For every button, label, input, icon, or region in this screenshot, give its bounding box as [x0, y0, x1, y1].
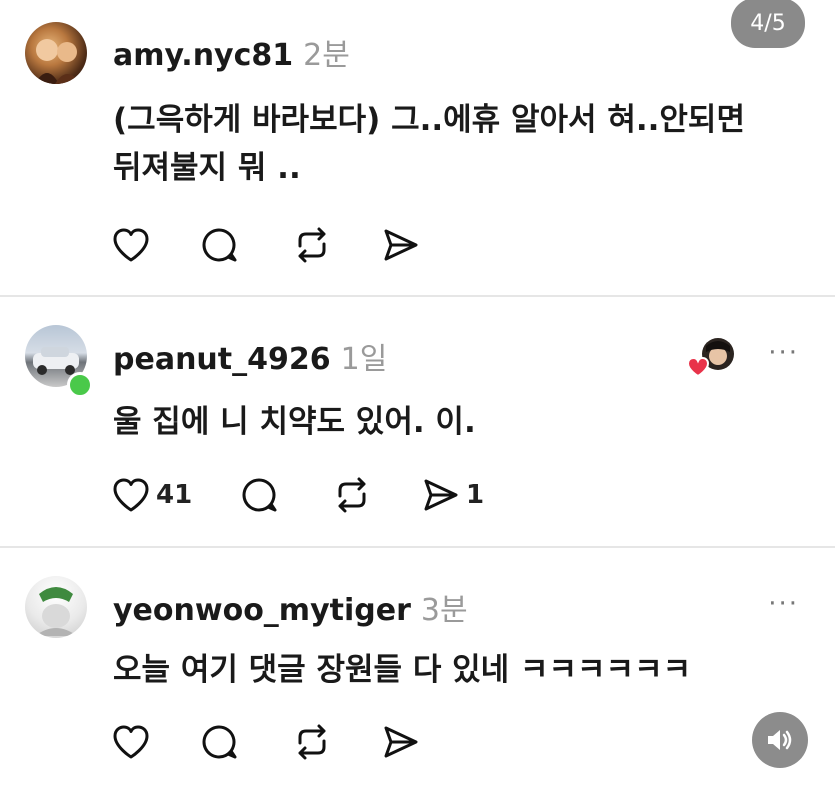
online-status-indicator	[67, 372, 93, 398]
timestamp: 1일	[340, 342, 388, 377]
sound-toggle-button[interactable]	[752, 712, 808, 768]
heart-icon	[113, 228, 149, 262]
comment-text: (그윽하게 바라보다) 그..에휴 알아서 혀..안되면 뒤져불지 뭐 ..	[113, 96, 813, 192]
comment-text-line: 오늘 여기 댓글 장원들 다 있네 ㅋㅋㅋㅋㅋㅋ	[113, 652, 692, 688]
speaker-icon	[768, 730, 792, 750]
divider	[0, 546, 835, 548]
like-count: 41	[156, 480, 193, 510]
comment-button[interactable]	[200, 723, 292, 761]
avatar[interactable]	[25, 22, 87, 84]
send-icon	[424, 479, 458, 511]
comment-text-line: (그윽하게 바라보다) 그..에휴 알아서 혀..안되면	[113, 102, 745, 138]
comment-icon	[202, 228, 237, 262]
divider	[0, 295, 835, 297]
more-options-button[interactable]: ···	[768, 338, 799, 368]
heart-icon	[113, 478, 149, 512]
comment-text: 울 집에 니 치약도 있어. 이.	[113, 398, 813, 446]
like-button[interactable]: 41	[112, 477, 240, 513]
comment-button[interactable]	[200, 226, 292, 264]
comment-text-line: 뒤져불지 뭐 ..	[113, 150, 301, 186]
more-options-button[interactable]: ···	[768, 589, 799, 619]
action-bar	[112, 722, 420, 762]
page-indicator: 4/5	[731, 0, 805, 48]
comment-text: 오늘 여기 댓글 장원들 다 있네 ㅋㅋㅋㅋㅋㅋ	[113, 646, 813, 694]
avatar-photo	[35, 39, 81, 84]
share-button[interactable]: 1	[422, 477, 484, 513]
username[interactable]: yeonwoo_mytiger	[113, 593, 411, 628]
timestamp: 2분	[303, 38, 350, 73]
username-row: peanut_4926 1일	[113, 334, 387, 378]
username[interactable]: amy.nyc81	[113, 38, 293, 73]
comment-icon	[202, 725, 237, 759]
avatar-photo	[35, 587, 77, 636]
action-bar: 41 1	[112, 475, 484, 515]
share-button[interactable]	[382, 724, 420, 760]
comment-icon	[242, 478, 277, 512]
repost-icon	[298, 724, 326, 760]
username-row: yeonwoo_mytiger 3분	[113, 585, 468, 629]
send-icon	[384, 229, 418, 261]
share-count: 1	[466, 480, 485, 510]
send-icon	[384, 726, 418, 758]
heart-icon	[686, 356, 710, 378]
repost-button[interactable]	[292, 226, 382, 264]
avatar[interactable]	[25, 576, 87, 638]
timestamp: 3분	[420, 593, 468, 628]
comment-button[interactable]	[240, 476, 332, 514]
repost-button[interactable]	[332, 476, 422, 514]
repost-icon	[338, 477, 366, 513]
comment-text-line: 울 집에 니 치약도 있어. 이.	[113, 404, 476, 440]
like-button[interactable]	[112, 724, 200, 760]
author-liked-badge	[686, 336, 734, 380]
repost-icon	[298, 227, 326, 263]
username-row: amy.nyc81 2분	[113, 30, 350, 74]
share-button[interactable]	[382, 227, 420, 263]
heart-icon	[113, 725, 149, 759]
action-bar	[112, 225, 420, 265]
like-button[interactable]	[112, 227, 200, 263]
repost-button[interactable]	[292, 723, 382, 761]
username[interactable]: peanut_4926	[113, 342, 331, 377]
